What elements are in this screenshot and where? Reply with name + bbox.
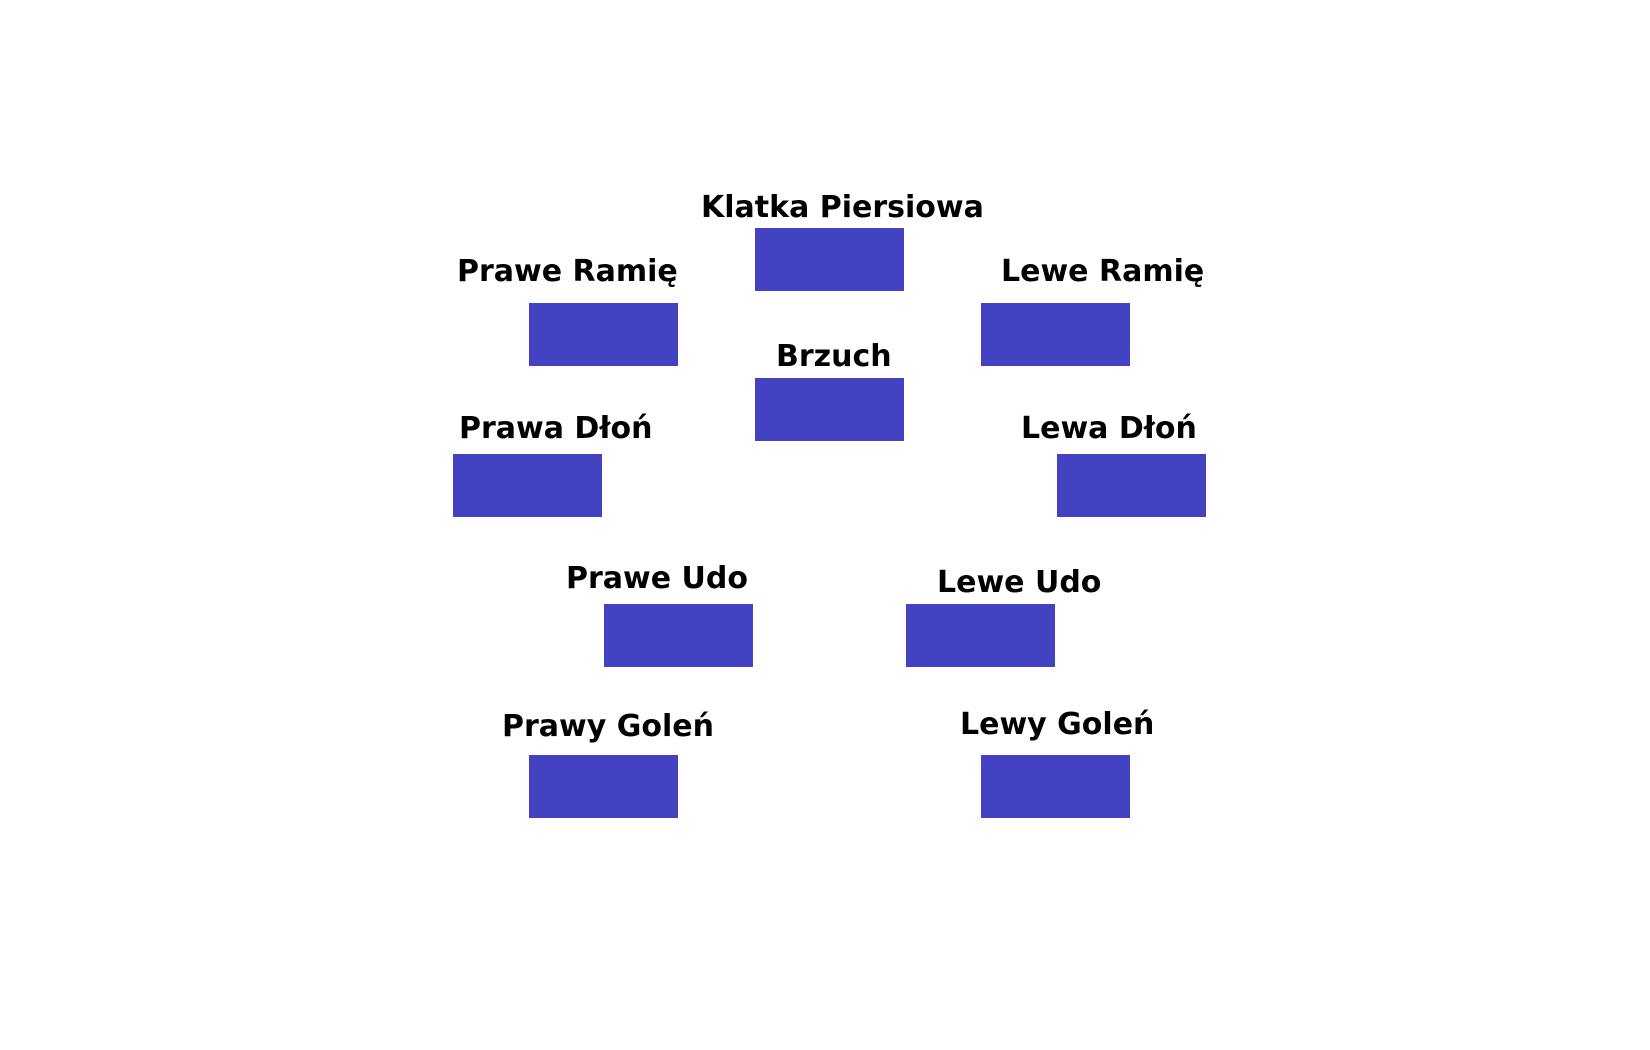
box-brzuch[interactable] <box>755 378 904 441</box>
box-lewy-golen[interactable] <box>981 755 1130 818</box>
label-prawe-ramie: Prawe Ramię <box>457 254 678 289</box>
box-prawe-udo[interactable] <box>604 604 753 667</box>
box-klatka-piersiowa[interactable] <box>755 228 904 291</box>
box-prawa-dlon[interactable] <box>453 454 602 517</box>
label-brzuch: Brzuch <box>776 339 892 374</box>
label-prawa-dlon: Prawa Dłoń <box>459 411 653 446</box>
box-lewa-dlon[interactable] <box>1057 454 1206 517</box>
box-lewe-udo[interactable] <box>906 604 1055 667</box>
label-klatka-piersiowa: Klatka Piersiowa <box>701 190 984 225</box>
box-prawy-golen[interactable] <box>529 755 678 818</box>
box-lewe-ramie[interactable] <box>981 303 1130 366</box>
label-prawe-udo: Prawe Udo <box>566 561 748 596</box>
label-lewy-golen: Lewy Goleń <box>960 707 1155 742</box>
label-prawy-golen: Prawy Goleń <box>502 709 714 744</box>
label-lewe-udo: Lewe Udo <box>937 565 1102 600</box>
body-map-canvas: Klatka Piersiowa Prawe Ramię Lewe Ramię … <box>0 0 1650 1050</box>
box-prawe-ramie[interactable] <box>529 303 678 366</box>
label-lewa-dlon: Lewa Dłoń <box>1021 411 1197 446</box>
label-lewe-ramie: Lewe Ramię <box>1001 254 1205 289</box>
